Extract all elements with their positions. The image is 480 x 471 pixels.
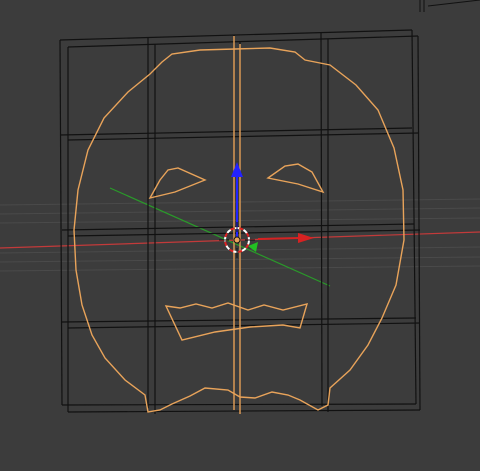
viewport-canvas[interactable] xyxy=(0,0,480,471)
object-origin-icon xyxy=(233,236,241,244)
corner-fragment xyxy=(419,0,480,12)
gizmo-z-arrow-icon[interactable] xyxy=(231,162,243,177)
face-outline xyxy=(73,47,405,413)
gizmo-x-arrow-icon[interactable] xyxy=(298,233,314,243)
3d-viewport[interactable] xyxy=(0,0,480,471)
gizmo-x-handle[interactable] xyxy=(257,237,301,240)
